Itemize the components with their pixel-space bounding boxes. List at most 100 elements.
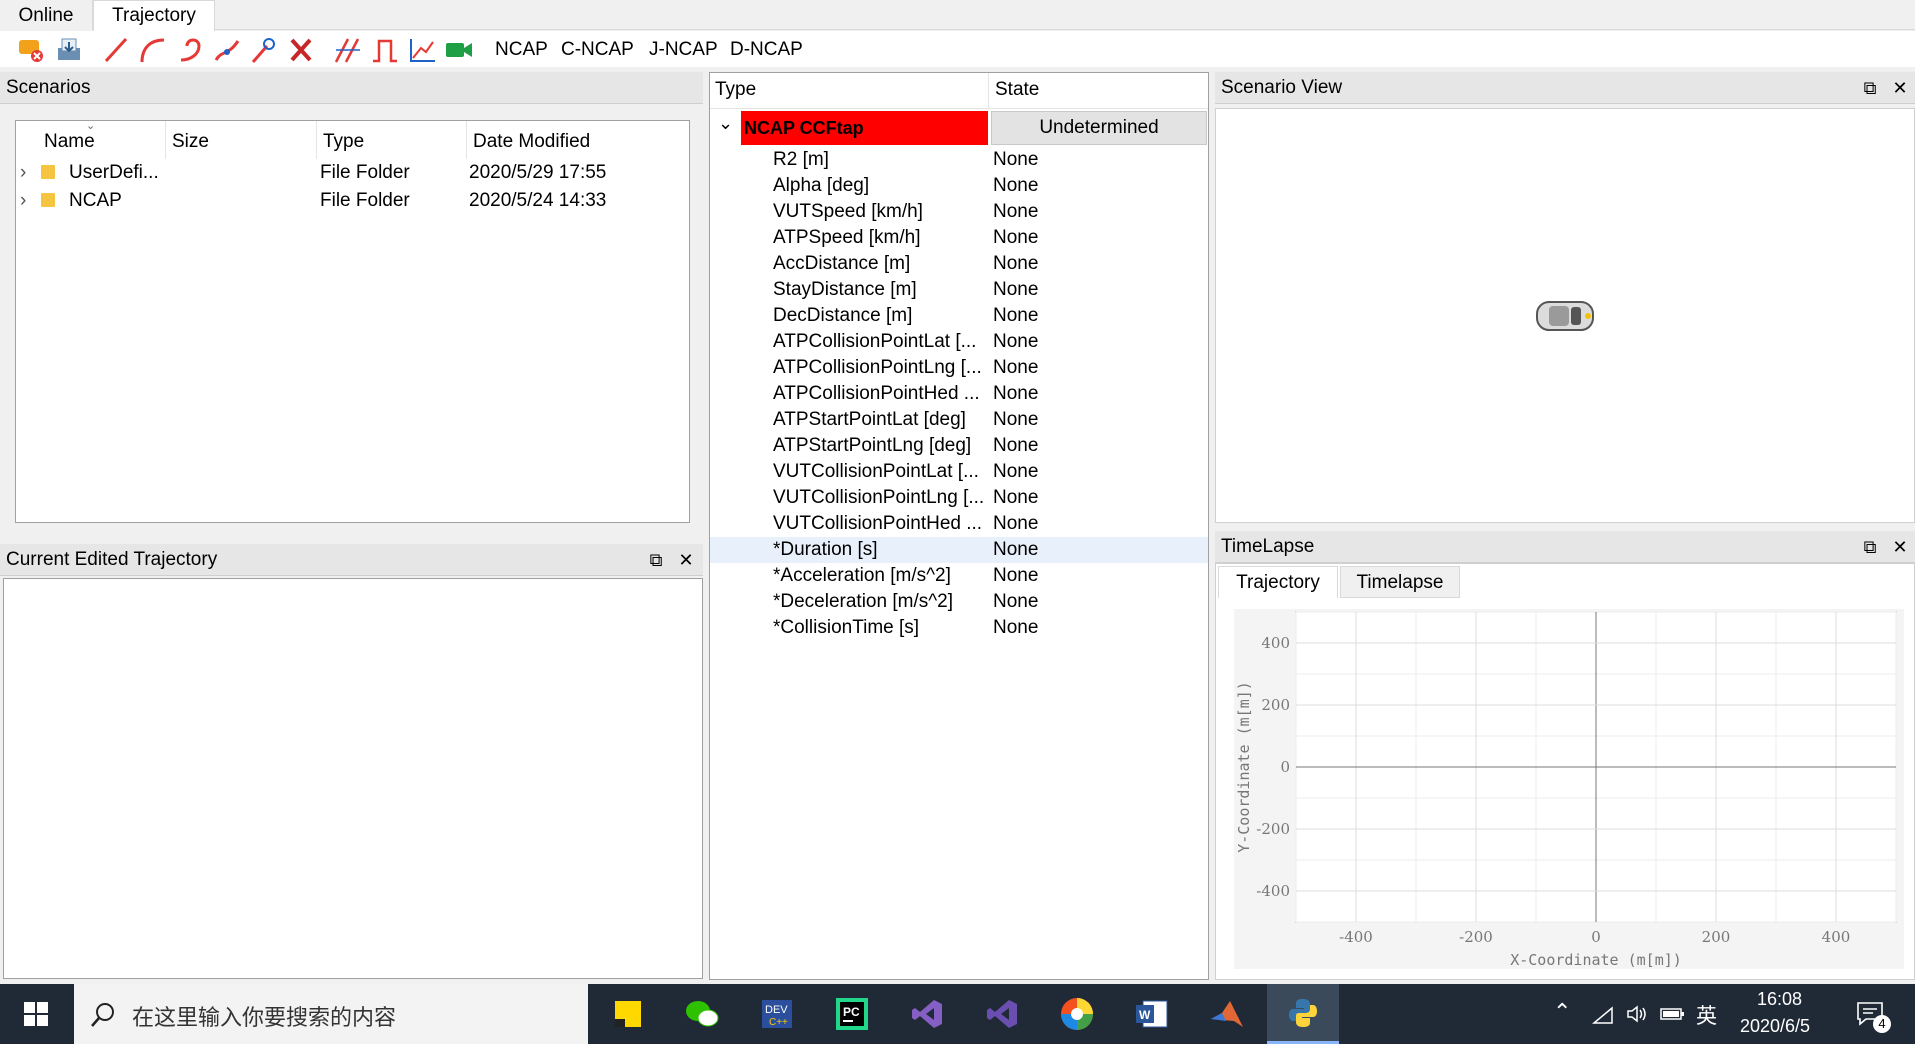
property-value[interactable]: None: [993, 511, 1038, 537]
close-icon[interactable]: ✕: [1889, 72, 1911, 104]
property-row[interactable]: VUTCollisionPointHed ... None: [710, 511, 1208, 537]
edited-trajectory-area[interactable]: [3, 578, 703, 979]
property-row[interactable]: StayDistance [m] None: [710, 277, 1208, 303]
tree-row[interactable]: › UserDefi... File Folder 2020/5/29 17:5…: [16, 159, 689, 187]
ime-indicator[interactable]: 英: [1696, 1000, 1717, 1030]
import-icon[interactable]: [54, 36, 84, 64]
tray-overflow-icon[interactable]: ⌃: [1553, 999, 1571, 1025]
visual-studio-2-icon[interactable]: [966, 984, 1038, 1044]
property-value[interactable]: None: [993, 589, 1038, 615]
delete-scenario-icon[interactable]: [16, 36, 46, 64]
column-header-type[interactable]: Type: [715, 79, 756, 101]
ncap-button[interactable]: NCAP: [495, 37, 548, 63]
property-value[interactable]: None: [993, 381, 1038, 407]
column-header-state[interactable]: State: [995, 79, 1039, 101]
property-row[interactable]: AccDistance [m] None: [710, 251, 1208, 277]
vehicle-icon[interactable]: [1535, 299, 1597, 339]
point-marker-icon[interactable]: [249, 36, 279, 64]
close-icon[interactable]: ✕: [675, 544, 697, 576]
axis-plot-icon[interactable]: [407, 36, 437, 64]
property-value[interactable]: None: [993, 433, 1038, 459]
float-panel-icon[interactable]: ⧉: [645, 544, 667, 576]
property-value[interactable]: None: [993, 225, 1038, 251]
parallel-lines-icon[interactable]: [333, 36, 363, 64]
column-header-size[interactable]: Size: [172, 127, 209, 157]
property-row[interactable]: R2 [m] None: [710, 147, 1208, 173]
sticky-notes-icon[interactable]: [592, 984, 664, 1044]
property-row[interactable]: VUTCollisionPointLng [... None: [710, 485, 1208, 511]
column-header-type[interactable]: Type: [323, 127, 364, 157]
windows-start-icon[interactable]: [0, 984, 72, 1044]
camera-icon[interactable]: [444, 36, 474, 64]
property-row[interactable]: *CollisionTime [s] None: [710, 615, 1208, 641]
property-group-row[interactable]: ⌄ NCAP CCFtap Undetermined: [710, 109, 1208, 145]
property-value[interactable]: None: [993, 407, 1038, 433]
tab-trajectory[interactable]: Trajectory: [93, 0, 215, 31]
loop-curve-icon[interactable]: [175, 36, 205, 64]
pycharm-icon[interactable]: PC: [816, 984, 888, 1044]
property-row[interactable]: ATPCollisionPointHed ... None: [710, 381, 1208, 407]
pulse-icon[interactable]: [370, 36, 400, 64]
clear-icon[interactable]: [286, 36, 316, 64]
j-ncap-button[interactable]: J-NCAP: [649, 37, 718, 63]
property-value[interactable]: None: [993, 303, 1038, 329]
property-tree[interactable]: Type State ⌄ NCAP CCFtap Undetermined R2…: [709, 72, 1209, 980]
battery-icon[interactable]: [1660, 1006, 1686, 1022]
tab-online[interactable]: Online: [0, 0, 93, 30]
property-value[interactable]: None: [993, 615, 1038, 641]
property-value[interactable]: None: [993, 251, 1038, 277]
visual-studio-icon[interactable]: [891, 984, 963, 1044]
collapse-arrow-icon[interactable]: ⌄: [718, 113, 733, 134]
wechat-icon[interactable]: [666, 984, 738, 1044]
chrome-like-icon[interactable]: [1041, 984, 1113, 1044]
property-value[interactable]: None: [993, 485, 1038, 511]
property-value[interactable]: None: [993, 355, 1038, 381]
tab-trajectory-plot[interactable]: Trajectory: [1218, 566, 1338, 598]
float-panel-icon[interactable]: ⧉: [1859, 531, 1881, 563]
property-row[interactable]: ATPSpeed [km/h] None: [710, 225, 1208, 251]
devcpp-icon[interactable]: DEV C++: [741, 984, 813, 1044]
scenario-view-canvas[interactable]: [1215, 108, 1915, 523]
network-icon[interactable]: [1592, 1006, 1614, 1024]
property-row[interactable]: Alpha [deg] None: [710, 173, 1208, 199]
property-value[interactable]: None: [993, 459, 1038, 485]
c-ncap-button[interactable]: C-NCAP: [561, 37, 634, 63]
d-ncap-button[interactable]: D-NCAP: [730, 37, 803, 63]
property-value[interactable]: None: [993, 173, 1038, 199]
expand-arrow-icon[interactable]: ›: [20, 187, 26, 215]
group-state[interactable]: Undetermined: [991, 111, 1207, 145]
spline-icon[interactable]: [212, 36, 242, 64]
property-row[interactable]: VUTCollisionPointLat [... None: [710, 459, 1208, 485]
property-row[interactable]: *Deceleration [m/s^2] None: [710, 589, 1208, 615]
tree-row[interactable]: › NCAP File Folder 2020/5/24 14:33: [16, 187, 689, 215]
column-header-date-modified[interactable]: Date Modified: [473, 127, 590, 157]
property-row[interactable]: VUTSpeed [km/h] None: [710, 199, 1208, 225]
taskbar-search[interactable]: 在这里输入你要搜索的内容: [74, 984, 588, 1044]
property-row[interactable]: ATPStartPointLat [deg] None: [710, 407, 1208, 433]
volume-icon[interactable]: [1626, 1004, 1650, 1024]
trajectory-chart[interactable]: -400 -200 0 200 400 400 200 0 -200 -400 X-Coordina…: [1234, 609, 1904, 969]
property-value[interactable]: None: [993, 147, 1038, 173]
arc-icon[interactable]: [138, 36, 168, 64]
property-row[interactable]: *Duration [s] None: [710, 537, 1208, 563]
property-row[interactable]: *Acceleration [m/s^2] None: [710, 563, 1208, 589]
expand-arrow-icon[interactable]: ›: [20, 159, 26, 187]
line-icon[interactable]: [101, 36, 131, 64]
property-value[interactable]: None: [993, 563, 1038, 589]
property-row[interactable]: DecDistance [m] None: [710, 303, 1208, 329]
clock-date[interactable]: 2020/6/5: [1740, 1016, 1810, 1037]
clock-time[interactable]: 16:08: [1757, 989, 1802, 1010]
property-row[interactable]: ATPCollisionPointLat [... None: [710, 329, 1208, 355]
property-value[interactable]: None: [993, 537, 1038, 563]
property-row[interactable]: ATPStartPointLng [deg] None: [710, 433, 1208, 459]
property-value[interactable]: None: [993, 329, 1038, 355]
float-panel-icon[interactable]: ⧉: [1859, 72, 1881, 104]
close-icon[interactable]: ✕: [1889, 531, 1911, 563]
word-icon[interactable]: W: [1116, 984, 1188, 1044]
matlab-icon[interactable]: [1191, 984, 1263, 1044]
tab-timelapse[interactable]: Timelapse: [1340, 566, 1460, 598]
python-app-icon[interactable]: [1267, 984, 1339, 1044]
property-value[interactable]: None: [993, 199, 1038, 225]
property-value[interactable]: None: [993, 277, 1038, 303]
scenario-tree[interactable]: Name ⌄ Size Type Date Modified › UserDef…: [15, 120, 690, 523]
